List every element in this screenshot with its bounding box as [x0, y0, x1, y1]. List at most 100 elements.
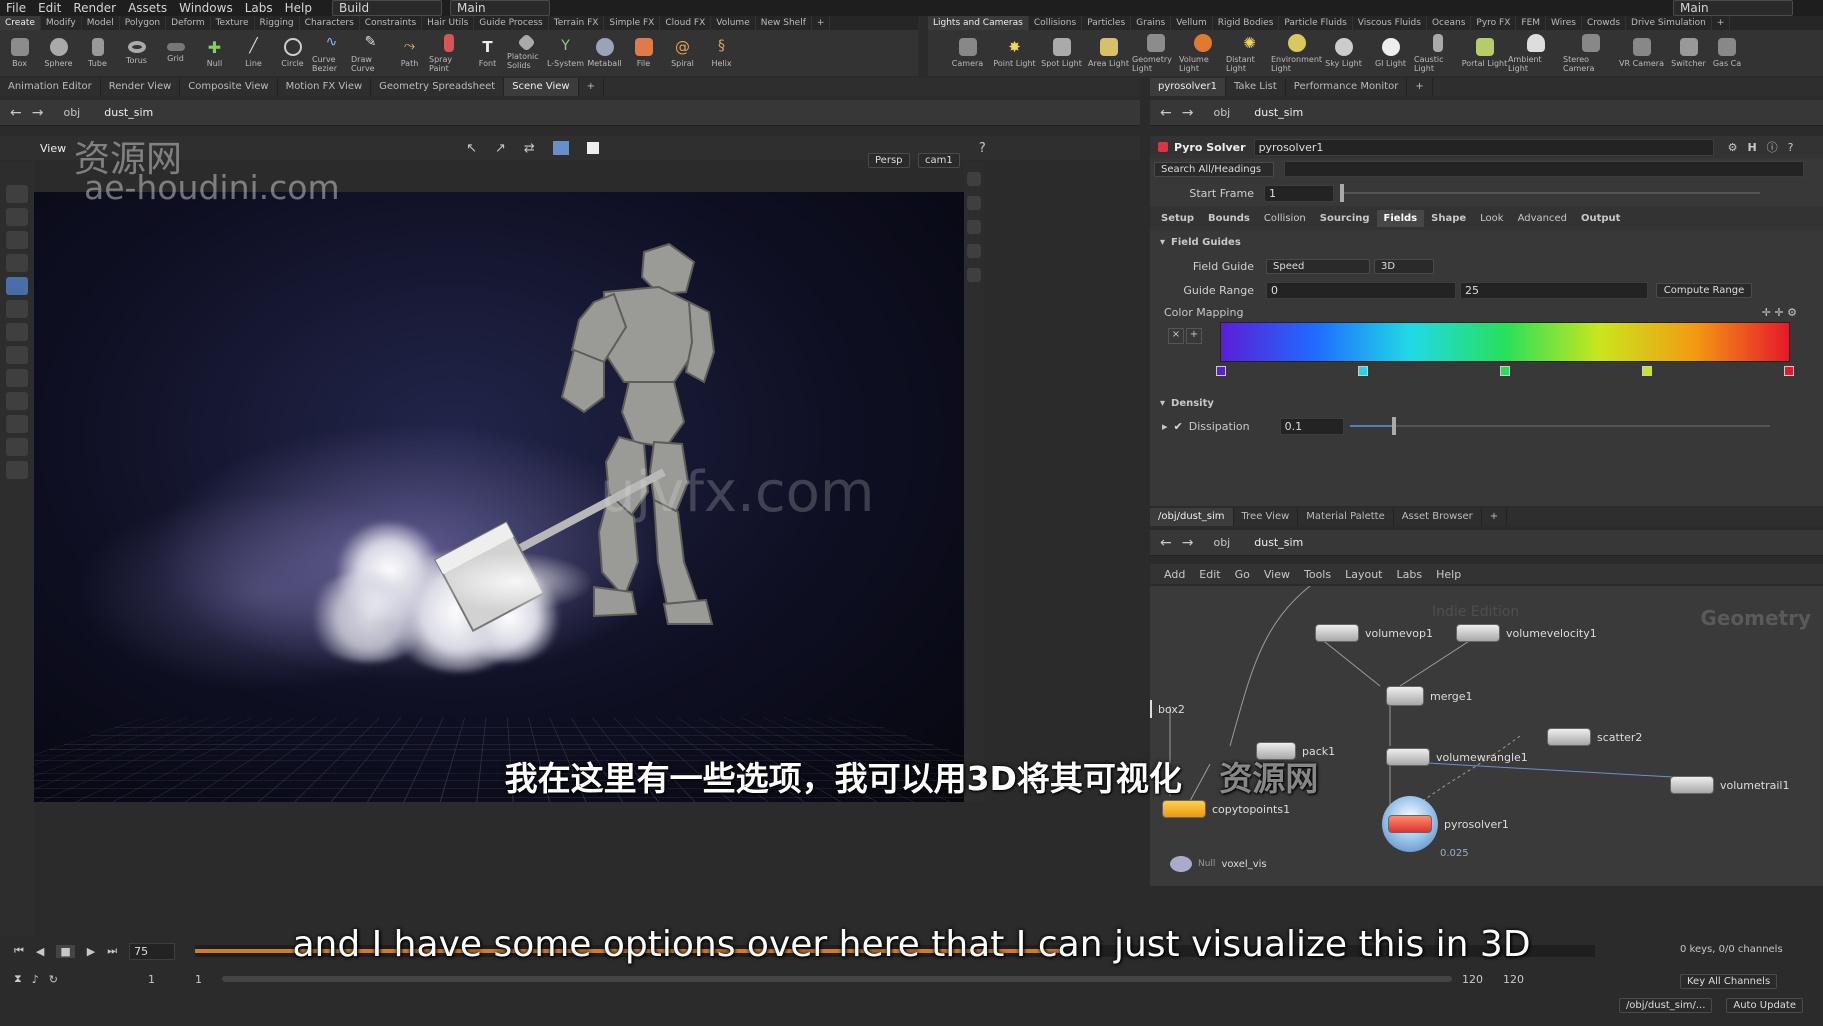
menu-help[interactable]: Help [279, 1, 318, 15]
select-tool-icon[interactable]: ↖ [466, 141, 477, 156]
tool-circle[interactable]: Circle [273, 38, 312, 68]
shelf-tab[interactable]: Deform [166, 16, 211, 30]
help-icon[interactable]: ? [1788, 141, 1794, 154]
shelf-tab-create[interactable]: Create [0, 16, 41, 30]
network-editor[interactable]: Geometry Indie Edition volumevop1 volume… [1150, 586, 1823, 886]
node-name-field[interactable]: pyrosolver1 [1253, 138, 1714, 156]
shading-icon[interactable] [586, 142, 599, 154]
path-obj[interactable]: obj [1213, 536, 1230, 549]
node-body[interactable] [1150, 700, 1152, 718]
tool-font[interactable]: T Font [468, 38, 507, 68]
start-frame-slider[interactable] [1340, 184, 1760, 202]
tool-helix[interactable]: § Helix [702, 38, 741, 68]
tool-metaball[interactable]: Metaball [585, 38, 624, 68]
back-arrow-icon[interactable]: ← [10, 105, 22, 121]
shelf-tab[interactable]: Simple FX [604, 16, 661, 30]
help-icon[interactable]: ? [979, 141, 986, 156]
auto-update-dropdown[interactable]: Auto Update [1726, 997, 1803, 1013]
dissipation-field[interactable]: 0.1 [1279, 417, 1344, 435]
tool-distant-light[interactable]: ✺ Distant Light [1226, 34, 1273, 73]
tool-caustic-light[interactable]: Caustic Light [1414, 33, 1461, 73]
range-slider[interactable] [221, 976, 1452, 982]
shelf-tab[interactable]: Grains [1131, 16, 1172, 30]
tab-animation-editor[interactable]: Animation Editor [0, 78, 101, 96]
tool-spiral[interactable]: @ Spiral [663, 38, 702, 68]
tool-draw-curve[interactable]: ✎ Draw Curve [351, 34, 390, 73]
shelf-tab[interactable]: Rigging [255, 16, 300, 30]
rotate-icon[interactable] [6, 231, 28, 249]
shelf-tab[interactable]: Volume [711, 16, 756, 30]
path-obj[interactable]: obj [1213, 106, 1230, 119]
back-arrow-icon[interactable]: ← [1160, 105, 1172, 121]
tool-platonic-solids[interactable]: Platonic Solids [507, 33, 546, 70]
range-end-2[interactable]: 120 [1503, 973, 1524, 986]
shelf-tab[interactable]: Constraints [360, 16, 423, 30]
tool-volume-light[interactable]: Volume Light [1179, 33, 1226, 73]
camera-menu[interactable]: cam1 [918, 153, 960, 168]
subtab-fields[interactable]: Fields [1376, 209, 1425, 227]
checkbox-checked-icon[interactable]: ✔ [1174, 420, 1183, 433]
shelf-tab[interactable]: Polygon [120, 16, 167, 30]
shelf-tab[interactable]: Vellum [1171, 16, 1213, 30]
move-icon[interactable] [6, 208, 28, 226]
view-tool-icon[interactable] [6, 323, 28, 341]
light-icon[interactable] [967, 220, 981, 234]
tab-scene-view[interactable]: Scene View [504, 78, 579, 96]
shelf-tab[interactable]: Particles [1082, 16, 1132, 30]
handle-icon[interactable] [6, 277, 28, 295]
wireframe-icon[interactable] [967, 244, 981, 258]
node-selection-halo[interactable] [1382, 796, 1438, 852]
tool-gas-camera[interactable]: Gas Ca [1712, 38, 1742, 68]
tool-file[interactable]: File [624, 38, 663, 68]
tool-path[interactable]: ⤳ Path [390, 38, 429, 68]
subtab-output[interactable]: Output [1574, 213, 1627, 224]
shelf-tab[interactable]: Drive Simulation [1626, 16, 1712, 30]
subtab-shape[interactable]: Shape [1424, 213, 1473, 224]
guide-range-min-field[interactable]: 0 [1266, 281, 1456, 299]
node-body[interactable] [1388, 815, 1432, 833]
realtime-icon[interactable]: ⧗ [14, 972, 22, 986]
subtab-sourcing[interactable]: Sourcing [1313, 213, 1377, 224]
brush-icon[interactable] [6, 369, 28, 387]
node-box2[interactable]: box2 [1150, 700, 1185, 718]
net-menu-add[interactable]: Add [1164, 568, 1185, 581]
range-end[interactable]: 120 [1462, 973, 1483, 986]
node-copytopoints1[interactable]: copytopoints1 [1162, 800, 1290, 818]
shelf-tab[interactable]: Particle Fluids [1279, 16, 1353, 30]
display-mode-icon[interactable] [552, 141, 569, 155]
tool-sphere[interactable]: Sphere [39, 38, 78, 68]
net-menu-go[interactable]: Go [1235, 568, 1250, 581]
tool-grid[interactable]: Grid [156, 43, 195, 63]
magnet-icon[interactable] [6, 415, 28, 433]
net-menu-help[interactable]: Help [1436, 568, 1461, 581]
ramp-key[interactable] [1216, 366, 1226, 376]
compute-range-button[interactable]: Compute Range [1656, 282, 1752, 298]
pose-icon[interactable] [6, 300, 28, 318]
info-icon[interactable]: ⓘ [1767, 139, 1778, 155]
help-h-icon[interactable]: H [1747, 141, 1756, 154]
start-frame-field[interactable]: 1 [1264, 184, 1334, 202]
add-key-icon[interactable]: + [1186, 328, 1202, 344]
shelf-tab[interactable]: Viscous Fluids [1353, 16, 1427, 30]
path-node[interactable]: dust_sim [1254, 106, 1303, 119]
tool-box[interactable]: Box [0, 38, 39, 68]
forward-arrow-icon[interactable]: → [1182, 535, 1194, 551]
subtab-setup[interactable]: Setup [1154, 213, 1201, 224]
right-desktop-selector[interactable]: Main [1673, 0, 1793, 16]
color-ramp-widget[interactable]: × + [1150, 322, 1823, 392]
net-menu-tools[interactable]: Tools [1304, 568, 1331, 581]
shelf-tab[interactable]: Rigid Bodies [1213, 16, 1280, 30]
path-node[interactable]: dust_sim [1254, 536, 1303, 549]
tool-environment-light[interactable]: Environment Light [1271, 33, 1322, 73]
subtab-advanced[interactable]: Advanced [1511, 213, 1574, 224]
ramp-key[interactable] [1642, 366, 1652, 376]
add-tab-icon[interactable]: + [1407, 78, 1433, 96]
field-guide-mode-dropdown[interactable]: 3D [1374, 258, 1434, 274]
tool-sky-light[interactable]: Sky Light [1320, 38, 1367, 68]
collapse-arrow-icon[interactable]: ▾ [1160, 237, 1165, 248]
node-body[interactable] [1162, 800, 1206, 818]
tab-performance-monitor[interactable]: Performance Monitor [1286, 78, 1408, 96]
path-node[interactable]: dust_sim [104, 106, 153, 119]
ramp-tools-icon[interactable]: ✛ ✛ ⚙ [1762, 306, 1797, 319]
tab-asset-browser[interactable]: Asset Browser [1394, 508, 1482, 526]
